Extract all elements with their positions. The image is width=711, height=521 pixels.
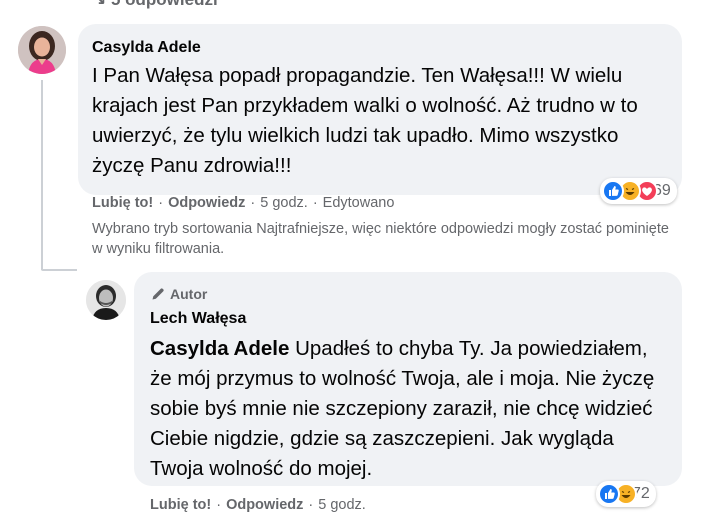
comment-author[interactable]: Casylda Adele (92, 38, 666, 58)
comment-actions: Lubię to! · Odpowiedz · 5 godz. · Edytow… (92, 195, 394, 211)
sort-note: Wybrano tryb sortowania Najtrafniejsze, … (92, 221, 669, 257)
edited-label[interactable]: Edytowano (323, 195, 395, 211)
pencil-icon (152, 288, 164, 300)
avatar[interactable] (18, 26, 66, 74)
like-icon (598, 483, 620, 505)
like-button[interactable]: Lubię to! (92, 195, 153, 211)
avatar[interactable] (86, 280, 126, 320)
separator: · (308, 497, 314, 513)
reply-actions: Lubię to! · Odpowiedz · 5 godz. (150, 497, 366, 513)
comment-bubble: Casylda Adele I Pan Wałęsa popadł propag… (78, 24, 682, 195)
separator: · (216, 497, 222, 513)
mention-link[interactable]: Casylda Adele (150, 337, 289, 360)
separator: · (312, 195, 318, 211)
comment-text: I Pan Wałęsa popadł propagandzie. Ten Wa… (92, 64, 638, 177)
thread-connector (41, 269, 77, 271)
replies-toggle[interactable]: ↘ 5 odpowiedzi (92, 0, 218, 10)
reactions-summary[interactable]: 72 (596, 481, 656, 507)
reply-text: Casylda Adele Upadłeś to chyba Ty. Ja po… (150, 334, 666, 484)
reply-bubble: Autor Lech Wałęsa Casylda Adele Upadłeś … (134, 272, 682, 486)
reactions-summary[interactable]: 69 (600, 178, 677, 204)
author-badge-label: Autor (170, 286, 208, 302)
profile-photo-walesa (86, 280, 126, 320)
profile-photo-casylda (18, 26, 66, 74)
timestamp[interactable]: 5 godz. (260, 195, 308, 211)
separator: · (158, 195, 164, 211)
reply-author[interactable]: Lech Wałęsa (150, 309, 666, 329)
timestamp[interactable]: 5 godz. (318, 497, 366, 513)
like-button[interactable]: Lubię to! (150, 497, 211, 513)
thread-line (41, 80, 43, 270)
like-icon (602, 180, 624, 202)
separator: · (250, 195, 256, 211)
reply-button[interactable]: Odpowiedz (168, 195, 245, 211)
reply-button[interactable]: Odpowiedz (226, 497, 303, 513)
author-badge: Autor (150, 284, 666, 304)
